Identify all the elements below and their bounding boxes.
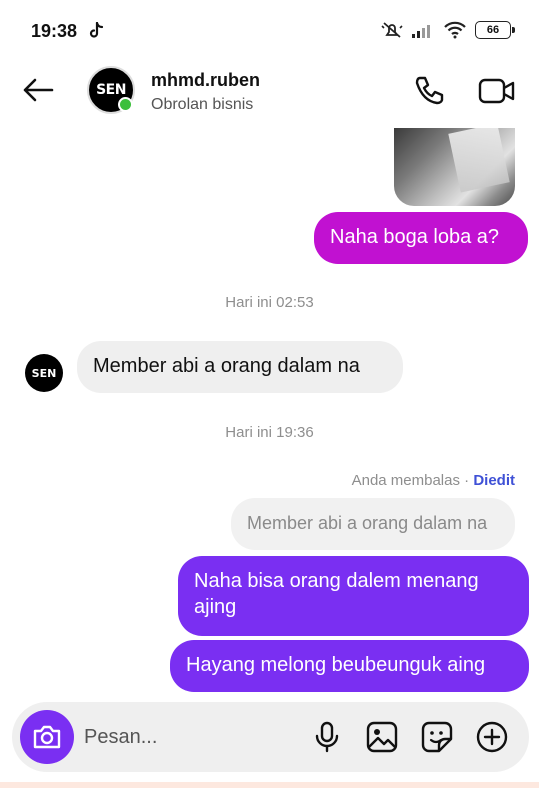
message-bubble-incoming[interactable]: Member abi a orang dalam na	[77, 341, 403, 393]
online-status-dot	[118, 97, 133, 112]
back-arrow-icon[interactable]	[20, 74, 56, 106]
image-icon	[366, 721, 398, 753]
status-bar: 19:38 66	[0, 0, 539, 62]
avatar-logo-text: SEN	[96, 82, 126, 98]
message-text: Hayang melong beubeunguk aing	[186, 654, 486, 676]
message-timestamp: Hari ini 02:53	[225, 294, 314, 311]
message-composer	[12, 702, 529, 772]
sticker-button[interactable]	[420, 720, 454, 754]
message-bubble-outgoing[interactable]: Naha boga loba a?	[314, 212, 528, 264]
contact-avatar[interactable]: SEN	[87, 66, 135, 114]
message-bubble-outgoing[interactable]: Hayang melong beubeunguk aing	[170, 640, 529, 692]
avatar-logo-text: SEN	[31, 366, 57, 380]
camera-button[interactable]	[20, 710, 74, 764]
contact-subtitle: Obrolan bisnis	[151, 96, 254, 113]
microphone-button[interactable]	[310, 720, 344, 754]
wifi-icon	[444, 21, 466, 39]
plus-circle-icon	[476, 721, 508, 753]
chat-header: SEN mhmd.ruben Obrolan bisnis	[0, 62, 539, 122]
video-call-icon[interactable]	[477, 74, 517, 108]
status-time: 19:38	[31, 21, 78, 41]
message-text: Member abi a orang dalam na	[93, 355, 360, 377]
message-thread[interactable]: Naha boga loba a? Hari ini 02:53 SEN Mem…	[0, 122, 539, 698]
edited-label[interactable]: Diedit	[473, 472, 515, 489]
more-options-button[interactable]	[475, 720, 509, 754]
sender-avatar[interactable]: SEN	[25, 354, 63, 392]
contact-name[interactable]: mhmd.ruben	[151, 70, 260, 91]
bottom-nav-strip	[0, 782, 539, 788]
quoted-text: Member abi a orang dalam na	[247, 513, 488, 533]
status-icons: 66	[381, 20, 515, 40]
message-text: Naha boga loba a?	[330, 226, 500, 248]
gallery-button[interactable]	[365, 720, 399, 754]
message-input[interactable]	[84, 720, 304, 754]
microphone-icon	[315, 721, 339, 753]
shared-photo[interactable]	[394, 128, 515, 206]
mute-bell-icon	[381, 22, 403, 38]
sticker-icon	[421, 721, 453, 753]
message-text: Naha bisa orang dalem menang ajing	[194, 570, 479, 618]
reply-meta: Anda membalas · Diedit	[352, 472, 515, 489]
message-timestamp: Hari ini 19:36	[225, 424, 314, 441]
camera-icon	[33, 725, 61, 749]
tiktok-icon	[89, 22, 104, 38]
battery-indicator: 66	[475, 21, 515, 39]
signal-icon	[412, 25, 430, 38]
reply-quote-bubble[interactable]: Member abi a orang dalam na	[231, 498, 515, 550]
reply-meta-label: Anda membalas ·	[351, 472, 474, 489]
message-bubble-outgoing[interactable]: Naha bisa orang dalem menang ajing	[178, 556, 529, 636]
phone-call-icon[interactable]	[412, 74, 446, 108]
